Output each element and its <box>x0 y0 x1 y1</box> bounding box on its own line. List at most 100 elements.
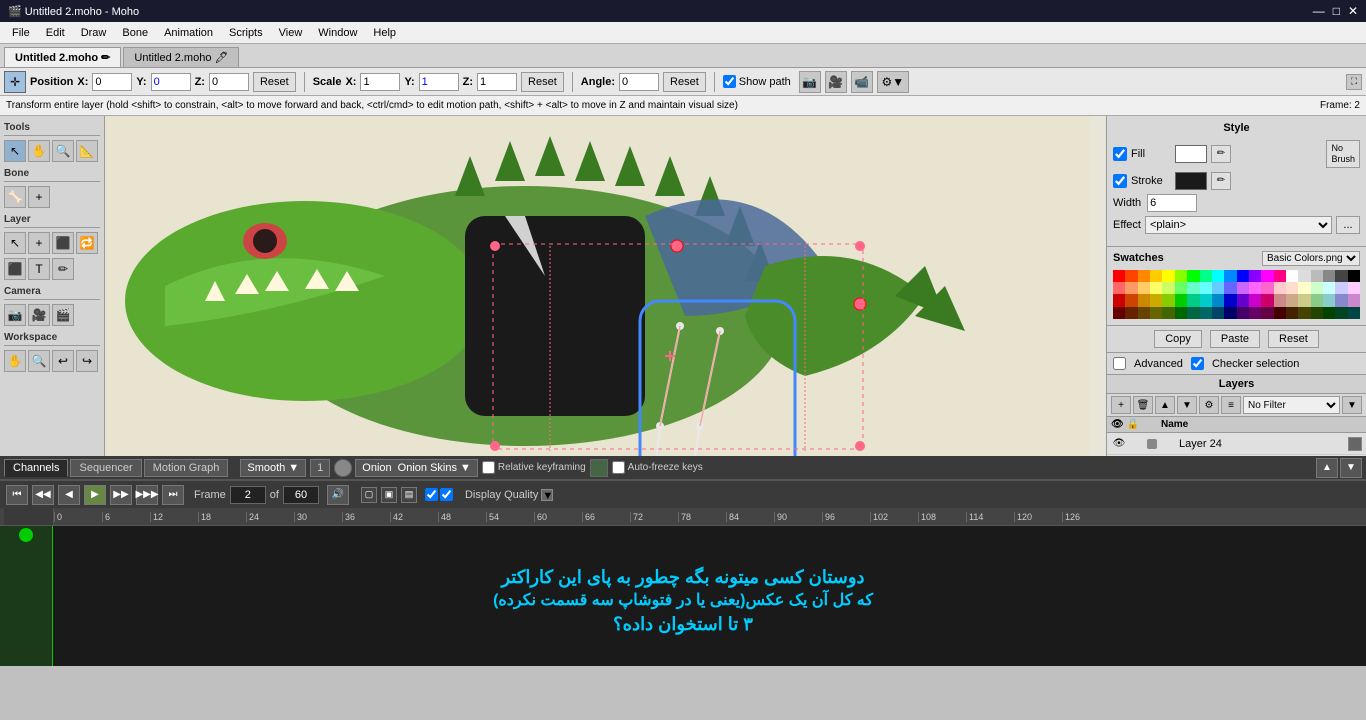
onion-skins-button[interactable]: Onion Onion Skins ▼ <box>355 459 478 477</box>
color-cell-51[interactable] <box>1249 294 1261 306</box>
color-cell-6[interactable] <box>1187 270 1199 282</box>
color-cell-25[interactable] <box>1175 282 1187 294</box>
fill-color-picker-icon[interactable]: ✏ <box>1211 145 1231 163</box>
playback-mode-3[interactable]: ▤ <box>401 487 417 503</box>
layer-eye-layer24[interactable]: 👁 <box>1111 436 1127 452</box>
color-cell-38[interactable] <box>1335 282 1347 294</box>
stroke-color-swatch[interactable] <box>1175 172 1207 190</box>
color-cell-8[interactable] <box>1212 270 1224 282</box>
color-cell-63[interactable] <box>1150 307 1162 319</box>
color-cell-45[interactable] <box>1175 294 1187 306</box>
scale-reset-button[interactable]: Reset <box>521 72 564 92</box>
color-cell-62[interactable] <box>1138 307 1150 319</box>
color-cell-27[interactable] <box>1200 282 1212 294</box>
color-cell-78[interactable] <box>1335 307 1347 319</box>
total-frames-input[interactable] <box>283 486 319 504</box>
color-cell-4[interactable] <box>1162 270 1174 282</box>
color-cell-1[interactable] <box>1125 270 1137 282</box>
filter-select[interactable]: No Filter <box>1243 396 1340 414</box>
fill-checkbox[interactable] <box>1113 147 1127 161</box>
timeline-collapse-button[interactable]: ▲ <box>1316 458 1338 478</box>
layer-row-layer24[interactable]: 👁Layer 24 <box>1107 433 1366 455</box>
layer-lock-icon-layer24[interactable] <box>1348 437 1362 451</box>
layers-settings-button[interactable]: ⚙ <box>1199 396 1219 414</box>
layer-select-tool[interactable]: ↖ <box>4 232 26 254</box>
show-path-checkbox[interactable]: Show path <box>723 75 791 88</box>
color-cell-33[interactable] <box>1274 282 1286 294</box>
color-cell-57[interactable] <box>1323 294 1335 306</box>
color-cell-0[interactable] <box>1113 270 1125 282</box>
color-cell-39[interactable] <box>1348 282 1360 294</box>
color-cell-5[interactable] <box>1175 270 1187 282</box>
layer-square-tool[interactable]: ⬛ <box>4 258 26 280</box>
color-cell-18[interactable] <box>1335 270 1347 282</box>
color-cell-16[interactable] <box>1311 270 1323 282</box>
reset-color-button[interactable]: Reset <box>1268 330 1319 348</box>
color-cell-41[interactable] <box>1125 294 1137 306</box>
workspace-zoom-tool[interactable]: 🔍 <box>28 350 50 372</box>
layers-move-up-button[interactable]: ▲ <box>1155 396 1175 414</box>
camera-tool-2[interactable]: 🎥 <box>28 304 50 326</box>
hand-tool[interactable]: ✋ <box>28 140 50 162</box>
effect-more-button[interactable]: ... <box>1336 216 1360 234</box>
color-cell-12[interactable] <box>1261 270 1273 282</box>
color-cell-36[interactable] <box>1311 282 1323 294</box>
layer-add-tool[interactable]: + <box>28 232 50 254</box>
advanced-checkbox[interactable] <box>1113 357 1126 370</box>
layers-filter-button[interactable]: ▼ <box>1342 396 1362 414</box>
color-cell-71[interactable] <box>1249 307 1261 319</box>
sound-button[interactable]: 🔊 <box>327 485 349 505</box>
menu-item-scripts[interactable]: Scripts <box>221 25 271 41</box>
color-cell-35[interactable] <box>1298 282 1310 294</box>
angle-reset-button[interactable]: Reset <box>663 72 706 92</box>
num-selector[interactable]: 1 <box>310 459 330 477</box>
color-cell-60[interactable] <box>1113 307 1125 319</box>
z-input[interactable] <box>209 73 249 91</box>
frame-input[interactable] <box>230 486 266 504</box>
color-cell-44[interactable] <box>1162 294 1174 306</box>
color-cell-65[interactable] <box>1175 307 1187 319</box>
color-cell-64[interactable] <box>1162 307 1174 319</box>
keyframe-color-box[interactable] <box>590 459 608 477</box>
color-cell-76[interactable] <box>1311 307 1323 319</box>
ruler-tool[interactable]: 📐 <box>76 140 98 162</box>
color-cell-17[interactable] <box>1323 270 1335 282</box>
width-input[interactable] <box>1147 194 1197 212</box>
color-cell-46[interactable] <box>1187 294 1199 306</box>
camera-icon-3[interactable]: 📹 <box>851 71 873 93</box>
layers-move-down-button[interactable]: ▼ <box>1177 396 1197 414</box>
fullscreen-button[interactable]: ⛶ <box>1346 74 1362 90</box>
workspace-redo-tool[interactable]: ↪ <box>76 350 98 372</box>
close-button[interactable]: ✕ <box>1348 4 1358 18</box>
color-cell-50[interactable] <box>1237 294 1249 306</box>
zoom-tool[interactable]: 🔍 <box>52 140 74 162</box>
swatches-select[interactable]: Basic Colors.png <box>1262 251 1360 266</box>
checker-selection-checkbox[interactable] <box>1191 357 1204 370</box>
menu-item-view[interactable]: View <box>271 25 311 41</box>
color-cell-23[interactable] <box>1150 282 1162 294</box>
sx-input[interactable] <box>360 73 400 91</box>
playback-mode-1[interactable]: ▢ <box>361 487 377 503</box>
tab-untitled-2[interactable]: Untitled 2.moho 🖊 <box>123 47 239 67</box>
bone-tool[interactable]: 🦴 <box>4 186 26 208</box>
color-cell-9[interactable] <box>1224 270 1236 282</box>
transform-tool-icon[interactable]: ✛ <box>4 71 26 93</box>
color-cell-34[interactable] <box>1286 282 1298 294</box>
camera-tool-1[interactable]: 📷 <box>4 304 26 326</box>
color-cell-52[interactable] <box>1261 294 1273 306</box>
layers-add-button[interactable]: + <box>1111 396 1131 414</box>
menu-item-draw[interactable]: Draw <box>73 25 115 41</box>
y-input[interactable] <box>151 73 191 91</box>
color-cell-55[interactable] <box>1298 294 1310 306</box>
color-cell-67[interactable] <box>1200 307 1212 319</box>
color-cell-15[interactable] <box>1298 270 1310 282</box>
color-cell-37[interactable] <box>1323 282 1335 294</box>
no-brush-button[interactable]: NoBrush <box>1326 140 1360 168</box>
color-cell-61[interactable] <box>1125 307 1137 319</box>
layer-rotate-tool[interactable]: 🔁 <box>76 232 98 254</box>
color-cell-69[interactable] <box>1224 307 1236 319</box>
timeline-expand-button[interactable]: ▼ <box>1340 458 1362 478</box>
color-cell-59[interactable] <box>1348 294 1360 306</box>
color-cell-21[interactable] <box>1125 282 1137 294</box>
tab-sequencer[interactable]: Sequencer <box>70 459 141 477</box>
